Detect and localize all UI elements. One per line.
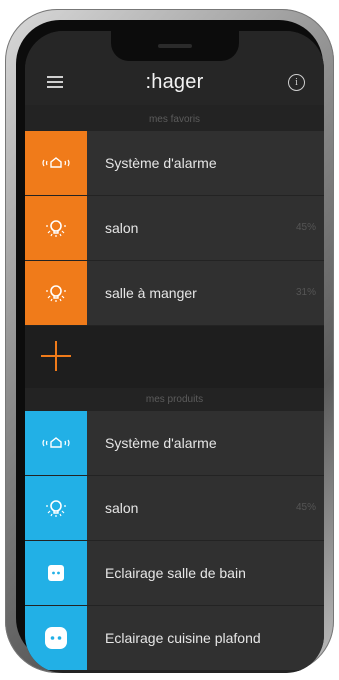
favorite-item-salon[interactable]: salon 45% xyxy=(25,196,324,261)
products-section-title: mes produits xyxy=(145,394,204,405)
product-item-value: 45% xyxy=(295,502,316,513)
outlet-icon xyxy=(25,606,87,670)
plus-icon[interactable] xyxy=(41,341,71,371)
phone-frame: :hager i mes favoris Système d'alarme sa… xyxy=(5,9,334,673)
product-item-eclairage-cuisine-plafond[interactable]: Eclairage cuisine plafond xyxy=(25,606,324,671)
product-item-alarm[interactable]: Système d'alarme xyxy=(25,411,324,476)
favorite-item-label: salle à manger xyxy=(105,285,197,301)
favorite-item-value: 31% xyxy=(295,287,316,298)
light-bulb-icon xyxy=(25,261,87,325)
product-item-label: Système d'alarme xyxy=(105,435,217,451)
favorite-item-label: salon xyxy=(105,220,139,236)
product-item-label: Eclairage cuisine plafond xyxy=(105,630,261,646)
product-item-label: salon xyxy=(105,500,139,516)
info-icon[interactable]: i xyxy=(288,74,305,91)
light-bulb-icon xyxy=(25,196,87,260)
product-item-eclairage-salle-de-bain[interactable]: Eclairage salle de bain xyxy=(25,541,324,606)
favorites-section-title: mes favoris xyxy=(148,114,201,125)
app-screen: :hager i mes favoris Système d'alarme sa… xyxy=(25,31,324,673)
outlet-icon xyxy=(25,541,87,605)
favorite-item-value: 45% xyxy=(295,222,316,233)
alarm-icon xyxy=(25,131,87,195)
product-item-label: Eclairage salle de bain xyxy=(105,565,246,581)
alarm-icon xyxy=(25,411,87,475)
light-bulb-icon xyxy=(25,476,87,540)
product-item-salon[interactable]: salon 45% xyxy=(25,476,324,541)
add-favorite-area xyxy=(25,326,324,388)
favorite-item-salle-a-manger[interactable]: salle à manger 31% xyxy=(25,261,324,326)
favorite-item-label: Système d'alarme xyxy=(105,155,217,171)
hager-logo: :hager xyxy=(145,71,204,93)
phone-notch xyxy=(111,31,239,61)
favorite-item-alarm[interactable]: Système d'alarme xyxy=(25,131,324,196)
